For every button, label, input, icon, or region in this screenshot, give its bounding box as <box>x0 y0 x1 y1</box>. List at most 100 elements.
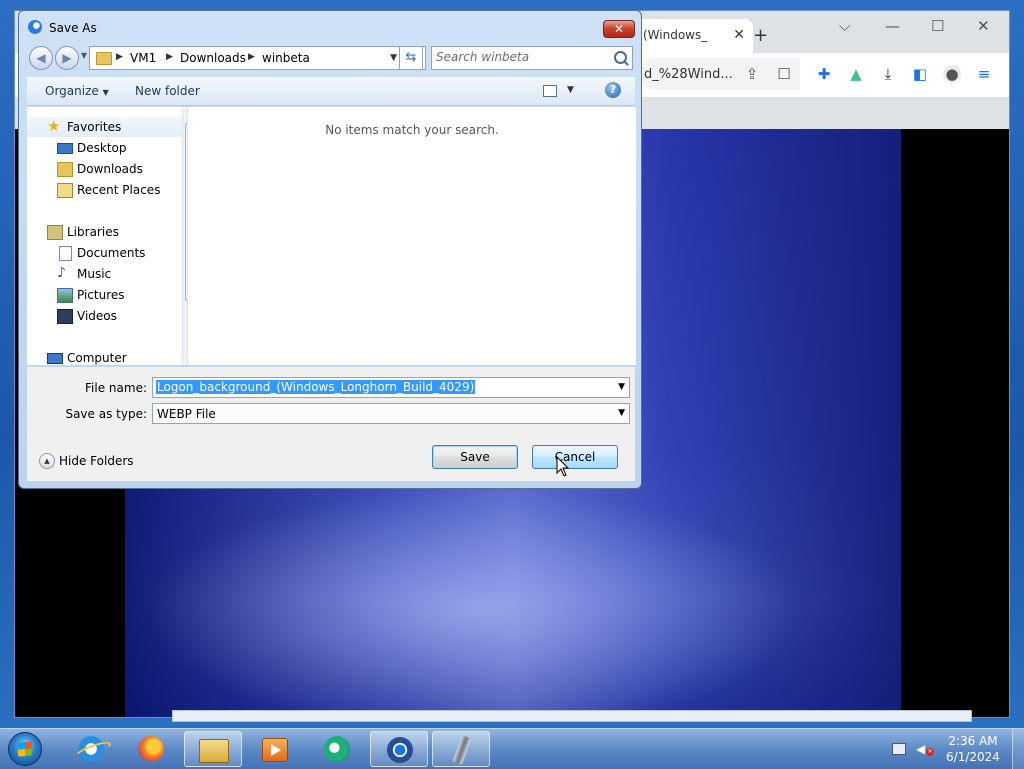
videos-icon <box>57 309 73 324</box>
hide-folders-button[interactable]: Hide Folders <box>59 454 134 468</box>
save-button[interactable]: Save <box>432 445 518 469</box>
address-text: d_%28Wind... <box>644 67 733 82</box>
sidebar-item-libraries[interactable]: Libraries <box>27 222 182 242</box>
change-view-icon[interactable] <box>543 85 557 97</box>
sidebar-item-favorites[interactable]: ★ Favorites <box>27 117 182 137</box>
save-type-value: WEBP File <box>157 407 216 421</box>
dialog-close-button[interactable]: ✕ <box>603 20 635 38</box>
organize-button[interactable]: Organize ▼ <box>45 84 109 98</box>
clock-date: 6/1/2024 <box>946 750 1000 764</box>
breadcrumb-item-winbeta[interactable]: winbeta <box>262 51 310 65</box>
cancel-button[interactable]: Cancel <box>532 445 618 469</box>
recent-pages-dropdown-icon[interactable]: ▼ <box>81 51 87 60</box>
sidebar-item-recent-places[interactable]: Recent Places <box>27 180 182 200</box>
breadcrumb-chevron-icon[interactable]: ▶ <box>166 52 173 62</box>
address-dropdown-icon[interactable]: ▼ <box>390 53 397 63</box>
share-icon[interactable]: ⇪ <box>743 65 761 83</box>
sidebar-item-label: Desktop <box>77 141 127 155</box>
recent-places-icon <box>57 183 73 198</box>
view-options-dropdown-icon[interactable]: ▼ <box>567 85 574 95</box>
firefox-icon <box>138 736 164 762</box>
tab-close-icon[interactable]: ✕ <box>733 27 745 43</box>
sidebar-item-label: Libraries <box>67 225 119 239</box>
sidebar-item-label: Downloads <box>77 162 143 176</box>
file-name-input[interactable]: Logon_background_(Windows_Longhorn_Build… <box>152 377 630 398</box>
chevron-down-icon[interactable]: ▼ <box>618 382 625 392</box>
navigation-bar: ◀ ▶ ▼ ▶ VM1 ▶ Downloads ▶ winbeta ▼ ⇆ <box>27 45 635 73</box>
chevron-up-icon[interactable]: ▲ <box>39 453 55 469</box>
tab-search-icon[interactable]: ⌵ <box>839 17 850 35</box>
taskbar-pen-tool[interactable] <box>432 731 490 767</box>
taskbar-edge[interactable] <box>308 731 366 767</box>
folder-icon <box>96 52 112 65</box>
minimize-button[interactable]: — <box>885 17 900 35</box>
chevron-down-icon[interactable]: ▼ <box>618 408 625 418</box>
edge-icon <box>324 736 350 762</box>
mouse-cursor-icon <box>556 456 570 477</box>
save-options-area: File name: Logon_background_(Windows_Lon… <box>27 367 635 481</box>
sidebar-item-label: Pictures <box>77 288 125 302</box>
sidebar-item-pictures[interactable]: Pictures <box>27 285 182 305</box>
search-icon[interactable] <box>614 51 627 64</box>
organize-label: Organize <box>45 84 99 98</box>
file-list-pane[interactable]: No items match your search. <box>187 107 636 365</box>
star-icon: ★ <box>47 117 61 135</box>
side-panel-icon[interactable]: ◧ <box>911 65 929 83</box>
computer-icon <box>47 353 63 364</box>
extension-flask-icon[interactable]: ▲ <box>847 65 865 83</box>
taskbar-chrome[interactable] <box>370 731 428 767</box>
libraries-icon <box>47 225 63 240</box>
sidebar-item-downloads[interactable]: Downloads <box>27 159 182 179</box>
command-bar: Organize ▼ New folder ▼ ? <box>27 77 635 106</box>
taskbar-windows-explorer[interactable] <box>184 731 242 767</box>
sidebar-item-label: Music <box>77 267 112 281</box>
search-input[interactable] <box>436 50 606 64</box>
mute-icon: ✕ <box>926 748 934 756</box>
extensions-icon[interactable]: ✚ <box>815 65 833 83</box>
start-button[interactable] <box>8 732 42 766</box>
breadcrumb-item-downloads[interactable]: Downloads <box>180 51 246 65</box>
sidebar-item-label: Recent Places <box>77 183 161 197</box>
save-type-label: Save as type: <box>65 407 147 421</box>
browser-tab-title: (Windows_ <box>643 28 708 42</box>
sidebar-item-videos[interactable]: Videos <box>27 306 182 326</box>
sidebar-item-label: Documents <box>77 246 146 260</box>
help-icon[interactable]: ? <box>605 82 621 98</box>
browser-tab[interactable]: (Windows_ ✕ <box>635 19 753 53</box>
sidebar-item-desktop[interactable]: Desktop <box>27 138 182 158</box>
clock-time: 2:36 AM <box>948 734 998 748</box>
profile-icon[interactable]: ● <box>943 65 961 83</box>
forward-icon[interactable]: ▶ <box>55 46 79 70</box>
back-icon[interactable]: ◀ <box>29 46 53 70</box>
taskbar-firefox[interactable] <box>122 731 180 767</box>
breadcrumb-item-vm1[interactable]: VM1 <box>130 51 156 65</box>
save-as-dialog: Save As ✕ ◀ ▶ ▼ ▶ VM1 ▶ Downloads ▶ winb… <box>18 10 642 489</box>
chevron-down-icon: ▼ <box>102 88 109 97</box>
save-type-select[interactable]: WEBP File ▼ <box>152 403 630 424</box>
sidebar-item-computer[interactable]: Computer <box>27 348 182 365</box>
breadcrumb-chevron-icon[interactable]: ▶ <box>116 52 123 62</box>
menu-icon[interactable]: ≡ <box>975 65 993 83</box>
sidebar-item-label: Videos <box>77 309 117 323</box>
refresh-icon[interactable]: ⇆ <box>399 46 423 70</box>
maximize-button[interactable]: ☐ <box>931 17 944 35</box>
network-icon[interactable] <box>892 743 906 755</box>
new-folder-button[interactable]: New folder <box>135 84 200 98</box>
file-name-label: File name: <box>85 381 147 395</box>
empty-message: No items match your search. <box>325 123 499 137</box>
download-icon[interactable]: ⤓ <box>879 65 897 83</box>
horizontal-scrollbar[interactable] <box>172 710 972 722</box>
internet-explorer-icon <box>78 736 104 762</box>
clock[interactable]: 2:36 AM 6/1/2024 <box>944 733 1002 765</box>
new-tab-button[interactable]: + <box>753 25 768 46</box>
media-player-icon <box>262 738 288 762</box>
taskbar-media-player[interactable] <box>246 731 304 767</box>
show-desktop-button[interactable] <box>1012 729 1024 769</box>
bookmark-icon[interactable]: ☐ <box>775 65 793 83</box>
sidebar-item-music[interactable]: ♪ Music <box>27 264 182 284</box>
browser-close-button[interactable]: ✕ <box>977 17 990 35</box>
breadcrumb[interactable]: ▶ VM1 ▶ Downloads ▶ winbeta ▼ <box>89 46 426 70</box>
sidebar-item-documents[interactable]: Documents <box>27 243 182 263</box>
taskbar-internet-explorer[interactable] <box>62 731 120 767</box>
breadcrumb-chevron-icon[interactable]: ▶ <box>248 52 255 62</box>
